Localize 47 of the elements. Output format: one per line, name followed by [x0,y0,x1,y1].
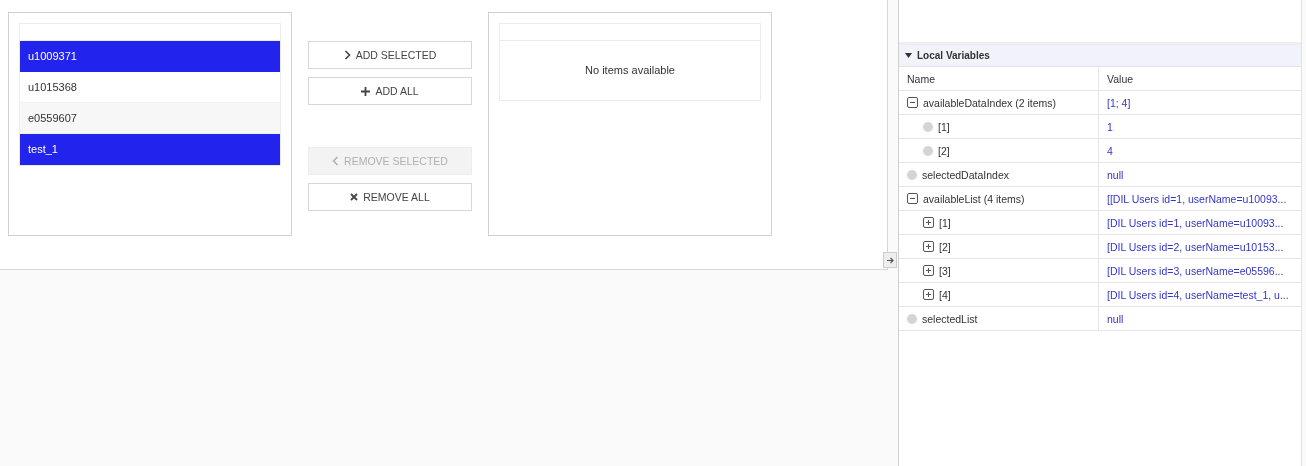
variable-name: [4] [939,288,951,301]
collapse-icon[interactable] [907,193,918,204]
collapse-icon[interactable] [907,97,918,108]
variable-name: [3] [939,264,951,277]
expand-icon[interactable] [923,265,934,276]
variable-name: availableList (4 items) [923,192,1025,205]
plus-icon [361,86,371,96]
variable-value: null [1107,312,1124,325]
variable-value: [[DIL Users id=1, userName=u10093... [1107,192,1287,205]
expand-panel-button[interactable] [883,252,897,268]
variable-name: availableDataIndex (2 items) [923,96,1057,109]
variable-name: [1] [939,216,951,229]
variable-name: [2] [939,240,951,253]
variable-value: [DIL Users id=1, userName=u10093... [1107,216,1284,229]
column-header: Value [1106,71,1135,87]
chevron-left-icon [332,156,340,166]
add-all-button[interactable]: ADD ALL [308,77,472,105]
local-variables-header[interactable]: Local Variables [899,45,1301,67]
remove-all-button[interactable]: REMOVE ALL [308,183,472,211]
arrow-right-icon [886,256,894,264]
variable-value: [DIL Users id=4, userName=test_1, u... [1107,288,1289,301]
dot-icon [907,313,917,324]
list-item[interactable]: test_1 [20,134,280,165]
dot-icon [923,121,933,132]
variable-value: [1; 4] [1107,96,1131,109]
list-item[interactable]: e0559607 [20,103,280,134]
variable-name: [2] [938,144,950,157]
variable-name: [1] [938,120,950,133]
variable-value: [DIL Users id=3, userName=e05596... [1107,264,1284,277]
column-header: Name [899,67,1099,90]
list-item[interactable]: u1009371 [20,41,280,72]
empty-message: No items available [584,63,676,78]
variable-value: null [1107,168,1124,181]
add-selected-button[interactable]: ADD SELECTED [308,41,472,69]
expand-icon[interactable] [923,289,934,300]
dot-icon [923,145,933,156]
variable-value: 4 [1107,144,1113,157]
variable-name: selectedDataIndex [922,168,1009,181]
chevron-right-icon [343,50,351,60]
dot-icon [907,169,917,180]
close-icon [350,193,359,201]
expand-icon[interactable] [923,241,934,252]
expand-icon[interactable] [923,217,934,228]
caret-icon [905,53,912,58]
variable-value: 1 [1107,120,1113,133]
variable-value: [DIL Users id=2, userName=u10153... [1107,240,1284,253]
variable-name: selectedList [922,312,978,325]
